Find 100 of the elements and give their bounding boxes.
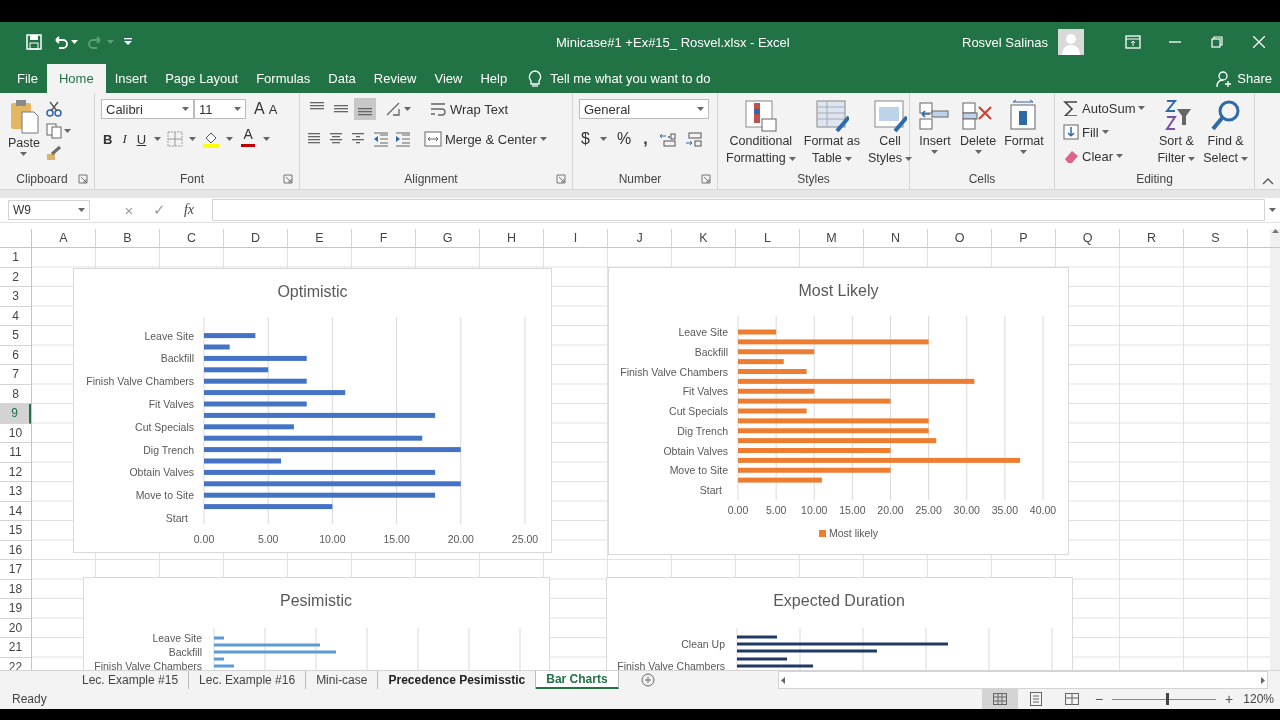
bar[interactable] bbox=[738, 359, 784, 365]
column-header[interactable]: C bbox=[160, 229, 224, 247]
bar[interactable] bbox=[738, 438, 937, 444]
name-box[interactable]: W9 bbox=[8, 200, 90, 220]
bar[interactable] bbox=[204, 390, 346, 396]
ribbon-button[interactable]: Find & Select bbox=[1201, 97, 1250, 169]
row-header[interactable]: 19 bbox=[0, 599, 31, 619]
orientation-icon[interactable] bbox=[384, 100, 402, 118]
column-header[interactable]: H bbox=[480, 229, 544, 247]
ribbon-button[interactable]: Sort & Filter bbox=[1155, 97, 1198, 169]
row-header[interactable]: 1 bbox=[0, 248, 31, 268]
ribbon-button[interactable]: Fill bbox=[1061, 121, 1148, 143]
launcher-icon[interactable] bbox=[701, 174, 711, 184]
bar[interactable] bbox=[738, 388, 815, 394]
bar[interactable] bbox=[204, 504, 333, 510]
restore-icon[interactable] bbox=[1211, 36, 1223, 48]
ribbon-tab[interactable]: File bbox=[8, 64, 47, 93]
normal-view-icon[interactable] bbox=[993, 693, 1007, 705]
chart-area[interactable]: Expected Duration Clean Up Finish Valve Chambers bbox=[606, 577, 1073, 670]
merge-center-button[interactable]: Merge & Center bbox=[422, 128, 549, 150]
row-header[interactable]: 9 bbox=[0, 404, 31, 424]
row-header[interactable]: 14 bbox=[0, 501, 31, 521]
row-header[interactable]: 4 bbox=[0, 306, 31, 326]
column-header[interactable]: I bbox=[544, 229, 608, 247]
bar[interactable] bbox=[204, 355, 307, 361]
ribbon-tab[interactable]: View bbox=[425, 64, 472, 93]
italic-button[interactable]: I bbox=[120, 128, 129, 150]
launcher-icon[interactable] bbox=[283, 174, 293, 184]
decrease-decimal-icon[interactable] bbox=[685, 130, 704, 148]
row-header[interactable]: 12 bbox=[0, 462, 31, 482]
column-header[interactable]: S bbox=[1184, 229, 1248, 247]
scroll-left-icon[interactable] bbox=[781, 676, 785, 684]
customize-icon[interactable] bbox=[124, 38, 132, 46]
ribbon-display-icon[interactable] bbox=[1125, 35, 1141, 49]
decrease-indent-icon[interactable] bbox=[372, 130, 390, 148]
ribbon-tab[interactable]: Page Layout bbox=[156, 64, 248, 93]
percent-button[interactable]: % bbox=[614, 128, 634, 150]
ribbon-tab[interactable]: Help bbox=[471, 64, 517, 93]
column-header[interactable]: L bbox=[736, 229, 800, 247]
column-header[interactable]: D bbox=[224, 229, 288, 247]
paste-button[interactable]: Paste bbox=[6, 97, 42, 169]
vertical-scrollbar[interactable] bbox=[1270, 248, 1280, 670]
column-header[interactable]: Q bbox=[1056, 229, 1120, 247]
bar[interactable] bbox=[204, 378, 307, 384]
ribbon-button[interactable]: Format bbox=[1002, 97, 1046, 169]
bar[interactable] bbox=[204, 481, 461, 487]
copy-icon[interactable] bbox=[45, 123, 62, 139]
bar[interactable] bbox=[204, 412, 436, 418]
collapse-ribbon-icon[interactable] bbox=[1262, 178, 1274, 185]
bar[interactable] bbox=[204, 401, 307, 407]
bar[interactable] bbox=[738, 428, 929, 434]
bar[interactable] bbox=[738, 378, 975, 384]
close-icon[interactable] bbox=[1253, 36, 1265, 48]
chart-area[interactable]: Pesimistic Leave Site Backfill Finish Valve Chambers bbox=[83, 577, 550, 670]
row-header[interactable]: 5 bbox=[0, 326, 31, 346]
horizontal-scrollbar[interactable] bbox=[778, 671, 1268, 689]
font-color-button[interactable]: A bbox=[239, 128, 258, 150]
bold-button[interactable]: B bbox=[101, 128, 115, 150]
undo-icon[interactable] bbox=[52, 34, 68, 50]
ribbon-button[interactable]: Clear bbox=[1061, 145, 1148, 167]
column-header[interactable]: E bbox=[288, 229, 352, 247]
bar[interactable] bbox=[738, 467, 891, 473]
launcher-icon[interactable] bbox=[78, 174, 88, 184]
row-header[interactable]: 17 bbox=[0, 560, 31, 580]
ribbon-button[interactable]: Format as Table bbox=[801, 97, 862, 169]
number-format-field[interactable]: General bbox=[579, 99, 709, 119]
save-icon[interactable] bbox=[26, 34, 42, 50]
row-header[interactable]: 13 bbox=[0, 482, 31, 502]
bar[interactable] bbox=[204, 447, 461, 453]
bar[interactable] bbox=[204, 344, 230, 350]
bar[interactable] bbox=[738, 329, 777, 335]
vertical-align-button[interactable] bbox=[354, 98, 376, 120]
column-header[interactable]: R bbox=[1120, 229, 1184, 247]
bar[interactable] bbox=[738, 457, 1021, 463]
column-header[interactable]: M bbox=[800, 229, 864, 247]
ribbon-tab[interactable]: Insert bbox=[105, 64, 157, 93]
ribbon-tab[interactable]: Home bbox=[46, 64, 106, 93]
row-header[interactable]: 18 bbox=[0, 579, 31, 599]
bar[interactable] bbox=[738, 349, 815, 355]
share-button[interactable]: Share bbox=[1216, 64, 1272, 93]
row-header[interactable]: 20 bbox=[0, 618, 31, 638]
row-header[interactable]: 11 bbox=[0, 443, 31, 463]
zoom-in-button[interactable]: + bbox=[1220, 691, 1238, 707]
comma-button[interactable]: , bbox=[641, 128, 652, 150]
row-header[interactable]: 3 bbox=[0, 287, 31, 307]
user-name[interactable]: Rosvel Salinas bbox=[962, 34, 1048, 50]
insert-function-button[interactable]: fx bbox=[174, 202, 204, 218]
column-header[interactable]: B bbox=[96, 229, 160, 247]
font-size-field[interactable]: 11 bbox=[194, 99, 246, 119]
column-header[interactable]: O bbox=[928, 229, 992, 247]
fill-color-icon[interactable] bbox=[202, 130, 221, 148]
row-header[interactable]: 16 bbox=[0, 540, 31, 560]
increase-decimal-icon[interactable] bbox=[659, 130, 678, 148]
row-header[interactable]: 7 bbox=[0, 365, 31, 385]
bar[interactable] bbox=[204, 492, 436, 498]
bar[interactable] bbox=[204, 469, 436, 475]
launcher-icon[interactable] bbox=[556, 174, 566, 184]
underline-button[interactable]: U bbox=[134, 128, 149, 150]
slider-thumb[interactable] bbox=[1166, 693, 1170, 705]
row-header[interactable]: 10 bbox=[0, 423, 31, 443]
